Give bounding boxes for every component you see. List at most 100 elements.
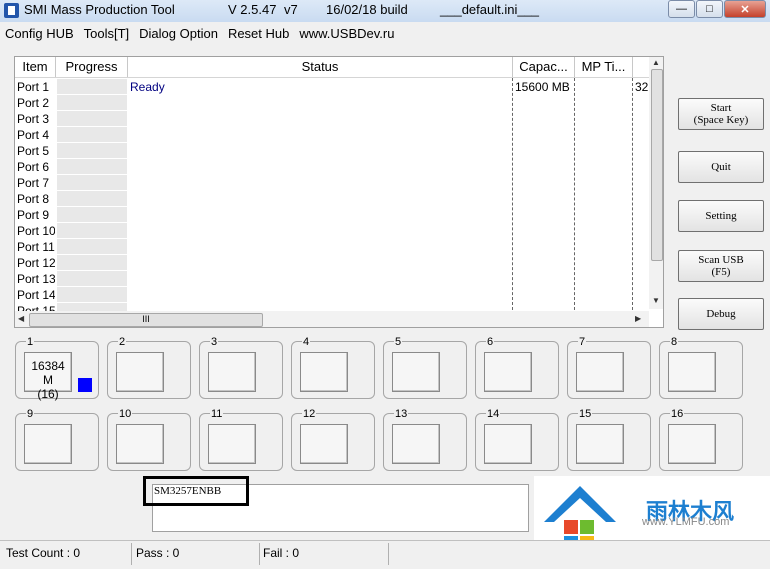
table-row[interactable]: Port 2 <box>15 95 649 111</box>
table-row[interactable]: Port 7 <box>15 175 649 191</box>
pass-count: Pass : 0 <box>136 546 180 560</box>
scroll-down-icon[interactable]: ▼ <box>652 296 660 305</box>
slot-number: 2 <box>118 336 127 348</box>
port-slot[interactable]: 9 <box>15 408 99 471</box>
status-bar: Test Count : 0 Pass : 0 Fail : 0 <box>0 540 770 569</box>
slot-status-box[interactable] <box>576 424 624 464</box>
status-cell: Ready <box>130 80 165 94</box>
slot-number: 3 <box>210 336 219 348</box>
status-indicator <box>78 378 92 392</box>
minimize-button[interactable]: — <box>668 0 695 18</box>
port-name: Port 9 <box>17 208 50 222</box>
port-name: Port 11 <box>17 240 55 254</box>
col-capacity[interactable]: Capac... <box>513 57 575 77</box>
window-controls: — □ ✕ <box>667 0 766 18</box>
scroll-right-icon[interactable]: ▶ <box>635 314 641 323</box>
quit-button[interactable]: Quit <box>678 151 764 183</box>
table-row[interactable]: Port 11 <box>15 239 649 255</box>
port-slot[interactable]: 7 <box>567 336 651 399</box>
debug-button[interactable]: Debug <box>678 298 764 330</box>
table-row[interactable]: Port 13 <box>15 271 649 287</box>
table-row[interactable]: Port 5 <box>15 143 649 159</box>
col-item[interactable]: Item <box>15 57 56 77</box>
port-name: Port 10 <box>17 224 55 238</box>
slot-status-box[interactable] <box>300 424 348 464</box>
v-label: v7 <box>284 2 298 17</box>
col-progress[interactable]: Progress <box>56 57 128 77</box>
col-status[interactable]: Status <box>128 57 513 77</box>
table-row[interactable]: Port 4 <box>15 127 649 143</box>
table-row[interactable]: Port 12 <box>15 255 649 271</box>
table-row[interactable]: Port 8 <box>15 191 649 207</box>
horizontal-scrollbar[interactable]: ◀ III ▶ <box>15 311 649 327</box>
progress-cell <box>57 159 127 175</box>
table-row[interactable]: Port 1 Ready 15600 MB 32 <box>15 79 649 95</box>
port-slot[interactable]: 5 <box>383 336 467 399</box>
port-slot[interactable]: 15 <box>567 408 651 471</box>
horizontal-scroll-thumb[interactable]: III <box>29 313 263 327</box>
vertical-scrollbar[interactable]: ▲ ▼ <box>649 57 663 309</box>
status-divider <box>388 543 389 565</box>
slot-status-box[interactable] <box>484 424 532 464</box>
maximize-button[interactable]: □ <box>696 0 723 18</box>
table-row[interactable]: Port 14 <box>15 287 649 303</box>
port-slot[interactable]: 14 <box>475 408 559 471</box>
port-slot[interactable]: 13 <box>383 408 467 471</box>
port-slot[interactable]: 6 <box>475 336 559 399</box>
extra-cell: 32 <box>635 80 649 94</box>
slot-status-box[interactable] <box>24 424 72 464</box>
slot-status-box[interactable] <box>576 352 624 392</box>
port-slot[interactable]: 11 <box>199 408 283 471</box>
slot-status-box[interactable] <box>484 352 532 392</box>
slot-status-box[interactable] <box>668 424 716 464</box>
scroll-left-icon[interactable]: ◀ <box>18 314 24 323</box>
port-slot[interactable]: 10 <box>107 408 191 471</box>
port-name: Port 13 <box>17 272 55 286</box>
port-slot[interactable]: 4 <box>291 336 375 399</box>
scan-usb-button[interactable]: Scan USB (F5) <box>678 250 764 282</box>
port-name: Port 2 <box>17 96 50 110</box>
slot-status-box[interactable]: 16384 M (16) <box>24 352 72 401</box>
menu-tools[interactable]: Tools[T] <box>79 23 135 45</box>
menu-usbdev-link[interactable]: www.USBDev.ru <box>294 23 399 45</box>
setting-button[interactable]: Setting <box>678 200 764 232</box>
slot-count: (16) <box>37 387 59 401</box>
progress-cell <box>57 95 127 111</box>
version-label: V 2.5.47 <box>228 2 277 17</box>
table-row[interactable]: Port 10 <box>15 223 649 239</box>
port-slot[interactable]: 1 16384 M (16) <box>15 336 99 401</box>
table-row[interactable]: Port 3 <box>15 111 649 127</box>
scroll-up-icon[interactable]: ▲ <box>652 58 660 67</box>
table-row[interactable]: Port 6 <box>15 159 649 175</box>
slot-status-box[interactable] <box>668 352 716 392</box>
slot-status-box[interactable] <box>392 424 440 464</box>
menu-dialog-option[interactable]: Dialog Option <box>134 23 223 45</box>
slot-status-box[interactable] <box>116 352 164 392</box>
slot-status-box[interactable] <box>392 352 440 392</box>
port-slot[interactable]: 12 <box>291 408 375 471</box>
port-list[interactable]: Item Progress Status Capac... MP Ti... P… <box>14 56 664 328</box>
slot-status-box[interactable] <box>116 424 164 464</box>
menu-reset-hub[interactable]: Reset Hub <box>223 23 294 45</box>
slot-status-box[interactable] <box>208 424 256 464</box>
ini-label: ___default.ini___ <box>440 2 540 17</box>
close-button[interactable]: ✕ <box>724 0 766 18</box>
vertical-scroll-thumb[interactable] <box>651 69 663 261</box>
menu-config-hub[interactable]: Config HUB <box>0 23 79 45</box>
port-slot[interactable]: 16 <box>659 408 743 471</box>
title-bar: SMI Mass Production Tool V 2.5.47 v7 16/… <box>0 0 770 22</box>
col-extra[interactable] <box>633 57 649 77</box>
menu-bar: Config HUB Tools[T] Dialog Option Reset … <box>0 23 770 45</box>
start-button[interactable]: Start (Space Key) <box>678 98 764 130</box>
port-slot[interactable]: 3 <box>199 336 283 399</box>
col-mp-time[interactable]: MP Ti... <box>575 57 633 77</box>
slot-status-box[interactable] <box>208 352 256 392</box>
slot-status-box[interactable] <box>300 352 348 392</box>
port-slot[interactable]: 8 <box>659 336 743 399</box>
table-row[interactable]: Port 9 <box>15 207 649 223</box>
status-divider <box>131 543 132 565</box>
port-slot[interactable]: 2 <box>107 336 191 399</box>
progress-cell <box>57 175 127 191</box>
build-label: 16/02/18 build <box>326 2 408 17</box>
chip-model-label: SM3257ENBB <box>143 476 249 506</box>
